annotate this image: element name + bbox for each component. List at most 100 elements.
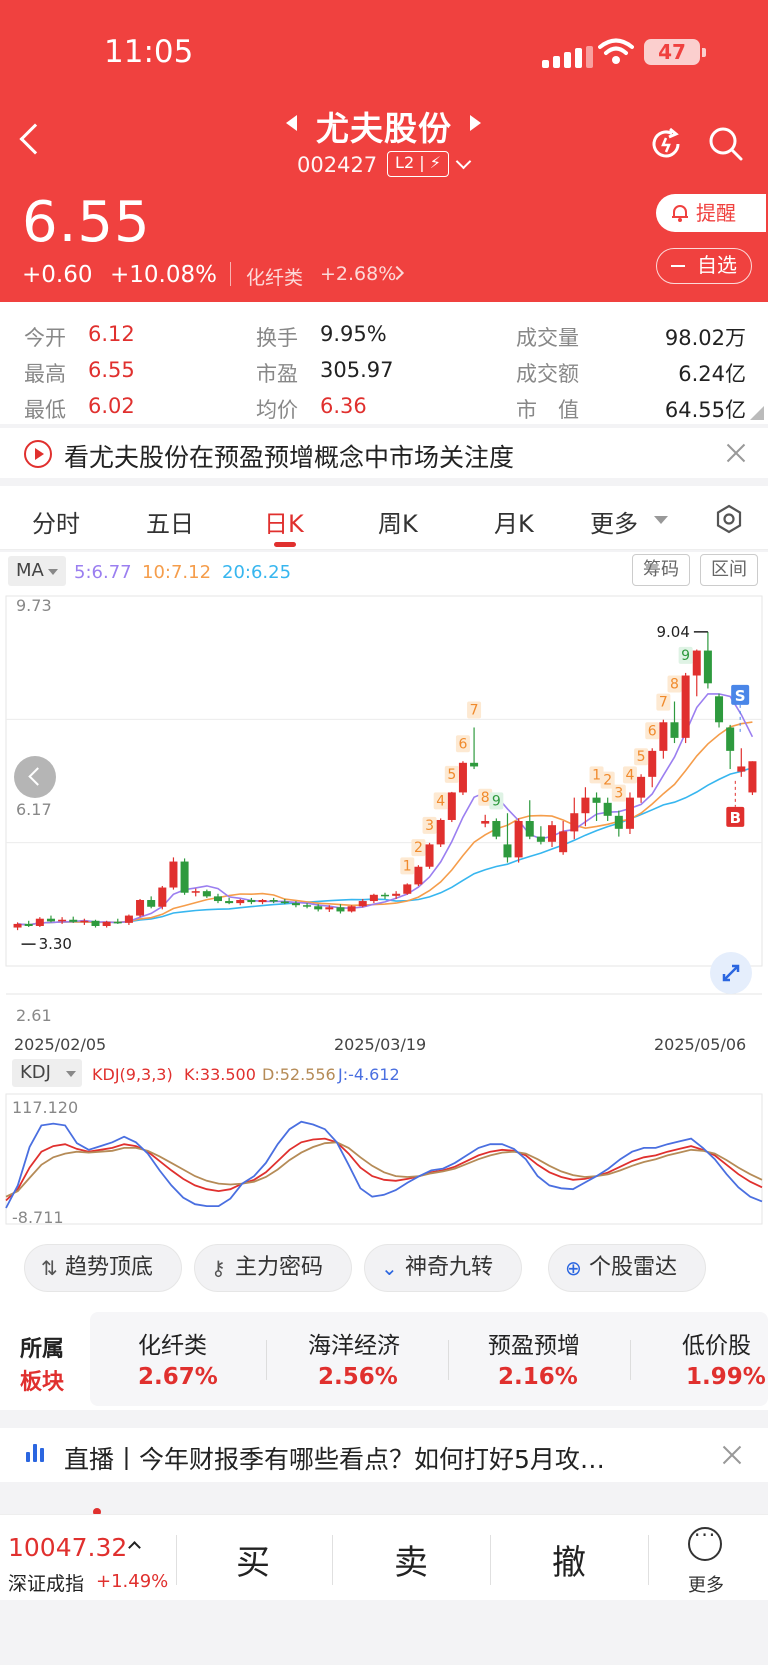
- buy-button[interactable]: 买: [236, 1535, 270, 1584]
- divider: [230, 262, 231, 286]
- candle-body: [280, 901, 289, 904]
- chart-frame: [5, 595, 763, 967]
- stat-open: 6.12: [88, 322, 135, 346]
- sell-button[interactable]: 卖: [394, 1535, 428, 1584]
- live-banner[interactable]: 直播丨今年财报季有哪些看点？如何打好5月攻…: [0, 1428, 768, 1482]
- board-name[interactable]: 海洋经济: [308, 1326, 400, 1360]
- refresh-icon[interactable]: [648, 126, 684, 162]
- stock-code: 002427: [297, 153, 378, 177]
- stat-label: 均价: [256, 398, 298, 422]
- chart-prev-icon[interactable]: [14, 756, 56, 798]
- candle-body: [492, 821, 501, 837]
- candle-body: [225, 901, 234, 904]
- candle-body: [380, 894, 390, 897]
- candle-body: [581, 797, 590, 814]
- signal-label: 7: [470, 702, 479, 718]
- sector-pct[interactable]: +2.68%: [320, 263, 396, 285]
- tab-monthly-k[interactable]: 月K: [494, 504, 534, 539]
- indicator-selector[interactable]: KDJ: [12, 1059, 82, 1087]
- board-name[interactable]: 预盈预增: [488, 1326, 580, 1360]
- candle-body: [414, 866, 423, 885]
- watchlist-button[interactable]: 自选: [656, 248, 752, 284]
- close-icon[interactable]: [726, 443, 746, 463]
- up-down-arrows-icon: ⇅: [41, 1256, 58, 1280]
- candle-body: [46, 918, 55, 922]
- expand-corner-icon[interactable]: [750, 406, 764, 420]
- signal-label: 4: [436, 793, 445, 809]
- kdj-k-value: K:33.500: [184, 1065, 256, 1084]
- fullscreen-icon[interactable]: [710, 952, 752, 994]
- play-icon: [24, 440, 52, 468]
- remind-button[interactable]: 提醒: [656, 194, 766, 232]
- index-name[interactable]: 深证成指: [8, 1569, 84, 1596]
- nine-turn-tool-button[interactable]: ⌄ 神奇九转: [364, 1244, 522, 1292]
- live-text: 直播丨今年财报季有哪些看点？如何打好5月攻…: [64, 1445, 605, 1474]
- spacer: [0, 1490, 768, 1512]
- candle-body: [91, 920, 100, 926]
- main-force-tool-button[interactable]: ⚷ 主力密码: [194, 1244, 352, 1292]
- tab-five-day[interactable]: 五日: [146, 504, 194, 539]
- candle-body: [369, 894, 378, 902]
- signal-label: 3: [614, 786, 623, 802]
- trend-tool-button[interactable]: ⇅ 趋势顶底: [24, 1244, 182, 1292]
- candlestick-chart[interactable]: 12345678 91 234567899.043.30SB: [0, 590, 768, 1060]
- board-pct[interactable]: 2.56%: [318, 1364, 398, 1390]
- kdj-chart[interactable]: [0, 1090, 768, 1230]
- candle-body: [458, 762, 467, 793]
- key-icon: ⚷: [211, 1256, 226, 1280]
- tab-more[interactable]: 更多: [590, 504, 638, 539]
- signal-label: 9: [681, 648, 690, 664]
- period-tabs: 分时 五日 日K 周K 月K 更多: [0, 486, 768, 550]
- candle-body: [291, 903, 300, 906]
- close-icon[interactable]: [722, 1445, 742, 1465]
- gear-icon[interactable]: [714, 504, 744, 534]
- back-icon[interactable]: [19, 123, 51, 155]
- stat-label: 成交量: [516, 326, 579, 350]
- more-label[interactable]: 更多: [688, 1571, 724, 1597]
- divider: [630, 1340, 631, 1380]
- attention-notice[interactable]: 看尤夫股份在预盈预增概念中市场关注度: [0, 428, 768, 478]
- search-icon[interactable]: [708, 126, 744, 162]
- board-pct[interactable]: 2.16%: [498, 1364, 578, 1390]
- ma-selector[interactable]: MA: [8, 556, 66, 586]
- sector-link[interactable]: 化纤类: [246, 263, 303, 290]
- tab-weekly-k[interactable]: 周K: [378, 504, 418, 539]
- tab-intraday[interactable]: 分时: [32, 504, 80, 539]
- battery-tip: [702, 48, 706, 57]
- board-pct[interactable]: 2.67%: [138, 1364, 218, 1390]
- board-name[interactable]: 低价股: [682, 1326, 751, 1360]
- radar-tool-button[interactable]: ⊕ 个股雷达: [548, 1244, 706, 1292]
- cancel-order-button[interactable]: 撤: [552, 1535, 586, 1584]
- candle-body: [637, 776, 646, 798]
- candle-body: [392, 893, 401, 896]
- chevron-up-icon[interactable]: [128, 1541, 141, 1554]
- tool-bar: ⇅ 趋势顶底 ⚷ 主力密码 ⌄ 神奇九转 ⊕ 个股雷达: [0, 1232, 768, 1312]
- caret-down-icon[interactable]: [654, 516, 668, 524]
- bell-icon: [672, 205, 688, 222]
- chip-distribution-button[interactable]: 筹码: [632, 554, 690, 586]
- candle-body: [347, 906, 356, 912]
- candle-body: [536, 836, 545, 842]
- candle-body: [425, 844, 434, 867]
- board-pct[interactable]: 1.99%: [686, 1364, 766, 1390]
- signal-label: 6: [648, 723, 657, 739]
- next-stock-icon[interactable]: [470, 115, 481, 131]
- max-marker-label: 9.04: [656, 623, 689, 641]
- more-icon[interactable]: [688, 1523, 722, 1561]
- prev-stock-icon[interactable]: [286, 115, 297, 131]
- signal-label: 3: [425, 818, 434, 834]
- index-value[interactable]: 10047.32: [8, 1533, 127, 1562]
- sector-boards: 所属 板块 化纤类 2.67% 海洋经济 2.56% 预盈预增 2.16% 低价…: [0, 1312, 768, 1410]
- stat-market-cap: 64.55亿: [664, 398, 746, 422]
- x-tick-label: 2025/05/06: [654, 1035, 747, 1054]
- level2-badge[interactable]: L2 | ⚡: [387, 151, 449, 177]
- range-button[interactable]: 区间: [700, 554, 758, 586]
- chevron-down-icon[interactable]: [455, 153, 472, 170]
- index-pct[interactable]: +1.49%: [96, 1571, 168, 1592]
- candle-body: [648, 750, 657, 777]
- board-name[interactable]: 化纤类: [138, 1326, 207, 1360]
- stat-low: 6.02: [88, 394, 135, 418]
- signal-label: 5: [637, 749, 646, 765]
- tab-daily-k[interactable]: 日K: [264, 504, 304, 539]
- candle-body: [191, 891, 200, 893]
